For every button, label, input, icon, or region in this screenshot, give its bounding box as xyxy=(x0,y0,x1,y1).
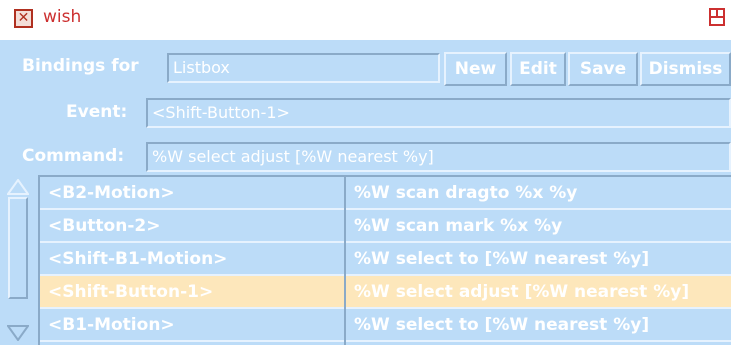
bindings-window: Bindings for Listbox New Edit Save Dismi… xyxy=(0,40,731,345)
command-field[interactable]: %W select adjust [%W nearest %y] xyxy=(146,142,731,172)
event-list[interactable]: <B2-Motion> <Button-2> <Shift-B1-Motion>… xyxy=(38,175,344,345)
command-label: Command: xyxy=(22,146,125,166)
app-icon[interactable]: ✕ xyxy=(14,9,33,28)
command-list-item[interactable]: %W scan dragto %x %y xyxy=(346,177,731,210)
scroll-down-arrow-icon[interactable] xyxy=(7,325,29,341)
title-bar: ✕ wish xyxy=(0,0,731,38)
event-field[interactable]: <Shift-Button-1> xyxy=(146,98,731,128)
save-button[interactable]: Save xyxy=(568,52,638,86)
window-title: wish xyxy=(43,7,82,27)
event-list-item[interactable]: <Shift-B1-Motion> xyxy=(40,243,344,276)
command-list-item[interactable]: %W select to [%W nearest %y] xyxy=(346,243,731,276)
event-list-item[interactable]: <B1-Motion> xyxy=(40,309,344,342)
maximize-icon[interactable] xyxy=(708,8,726,26)
edit-button[interactable]: Edit xyxy=(510,52,566,86)
event-list-item[interactable]: <Button-2> xyxy=(40,210,344,243)
command-list-item[interactable]: %W scan mark %x %y xyxy=(346,210,731,243)
event-list-item-selected[interactable]: <Shift-Button-1> xyxy=(40,276,344,309)
scrollbar-thumb[interactable] xyxy=(8,197,28,299)
bindings-for-label: Bindings for xyxy=(22,56,139,76)
widget-class-field[interactable]: Listbox xyxy=(167,53,440,83)
bindings-scrollbar[interactable] xyxy=(0,175,38,345)
dismiss-button[interactable]: Dismiss xyxy=(640,52,731,86)
event-list-item[interactable]: <B2-Motion> xyxy=(40,177,344,210)
command-list-item-selected[interactable]: %W select adjust [%W nearest %y] xyxy=(346,276,731,309)
scroll-up-arrow-icon[interactable] xyxy=(7,179,29,195)
command-list[interactable]: %W scan dragto %x %y %W scan mark %x %y … xyxy=(344,175,731,345)
new-button[interactable]: New xyxy=(444,52,507,86)
event-label: Event: xyxy=(66,102,128,122)
command-list-item[interactable]: %W select to [%W nearest %y] xyxy=(346,309,731,342)
